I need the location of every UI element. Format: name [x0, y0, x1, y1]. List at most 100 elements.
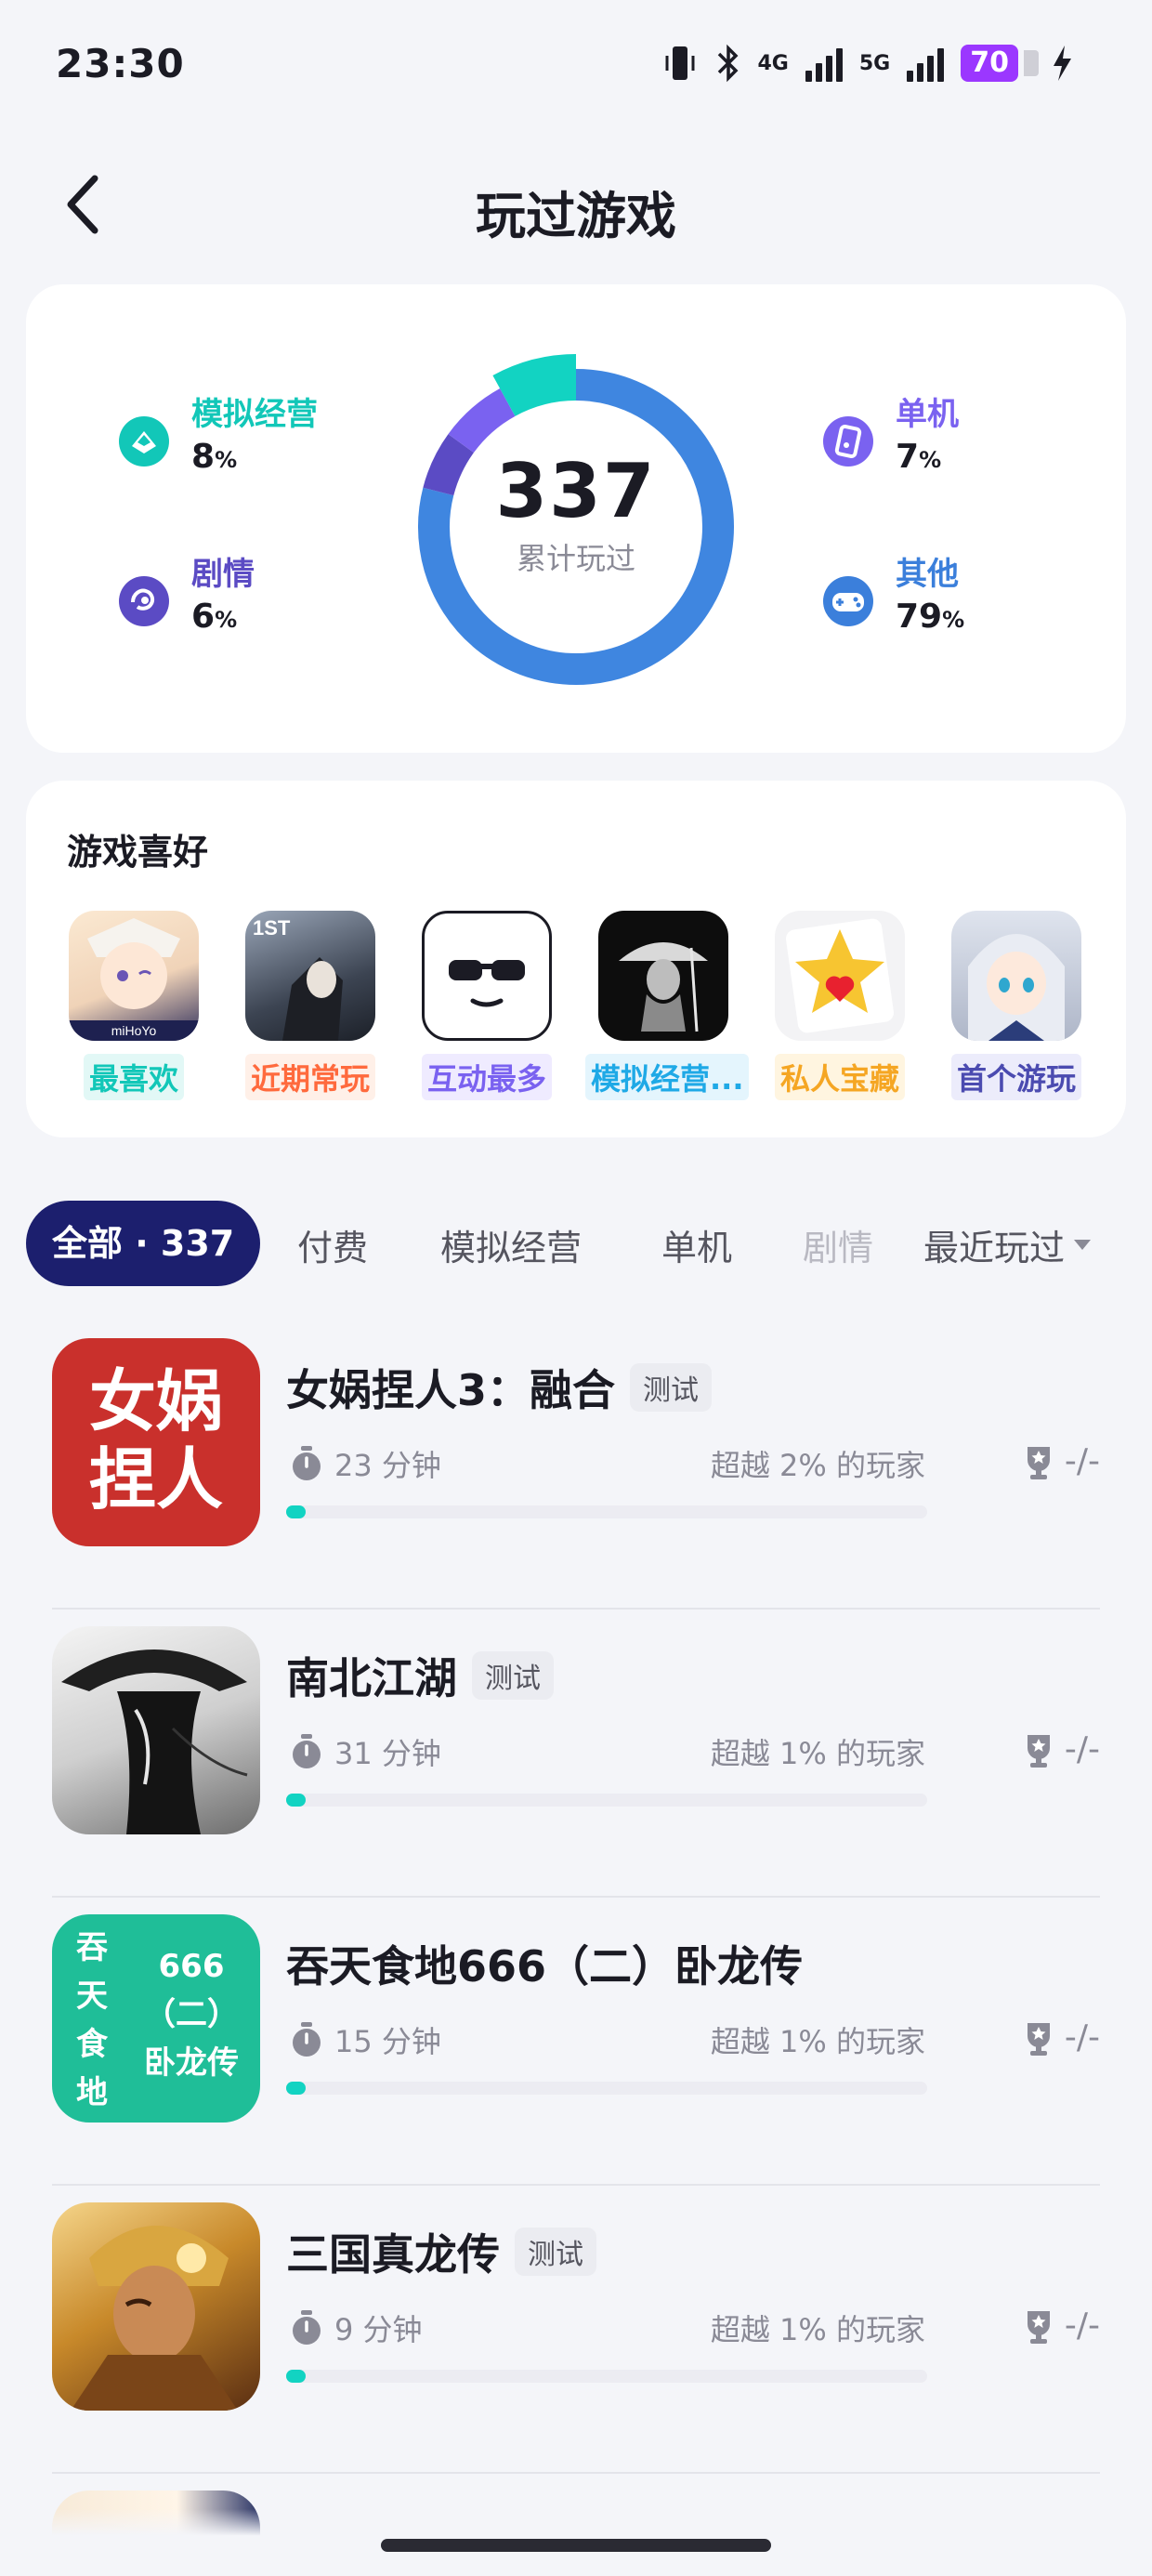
play-time: 9 分钟: [290, 2307, 423, 2349]
percentile-text: 超越 1% 的玩家: [710, 1736, 925, 1771]
stat-label: 其他: [896, 556, 959, 593]
vibrate-icon: [665, 46, 694, 80]
pref-tag: 私人宝藏: [774, 1054, 905, 1100]
percentile-text: 超越 1% 的玩家: [710, 2312, 925, 2347]
stat-value: 8%: [191, 438, 238, 476]
divider: [52, 2472, 1100, 2474]
anime-girl-game-icon: miHoYo: [69, 911, 199, 1041]
dark-hero-game-icon: 1ST: [245, 911, 375, 1041]
gamepad-icon: [823, 576, 873, 626]
stat-label: 模拟经营: [191, 396, 318, 433]
stopwatch-icon: [293, 2022, 321, 2057]
samurai-game-icon: [598, 911, 728, 1041]
sort-dropdown[interactable]: 最近玩过: [908, 1219, 1091, 1270]
game-row[interactable]: 吞 天 食 地 666 （二） 卧龙传 吞天食地666（二）卧龙传 15 分钟 …: [52, 1914, 1100, 2202]
tab-all[interactable]: 全部 · 337: [26, 1201, 261, 1286]
donut-slice-单机: [448, 388, 516, 453]
stopwatch-icon: [293, 2310, 321, 2345]
stat-label: 单机: [896, 396, 959, 433]
trophy-icon: [1027, 1734, 1050, 1768]
progress-fill: [286, 1505, 306, 1518]
progress-bar: [286, 2082, 927, 2095]
progress-bar: [286, 1794, 927, 1807]
percentile-text: 超越 1% 的玩家: [710, 2024, 925, 2059]
network-4g-label: 4G: [757, 51, 789, 75]
story-icon: [119, 576, 169, 626]
divider: [52, 2184, 1100, 2186]
charging-icon: [1054, 46, 1071, 81]
pref-tag: 互动最多: [421, 1054, 552, 1100]
anime-maid-game-icon: [951, 911, 1081, 1041]
divider: [52, 1608, 1100, 1610]
sort-label: 最近玩过: [923, 1228, 1065, 1268]
pref-most-interactive[interactable]: 互动最多: [409, 911, 565, 1104]
home-indicator[interactable]: [381, 2539, 771, 2552]
pref-simulation[interactable]: 模拟经营...: [585, 911, 750, 1104]
stat-value: 7%: [896, 438, 942, 476]
star-heart-icon: [775, 911, 905, 1041]
progress-bar: [286, 2370, 927, 2383]
trophy-icon: [1027, 2310, 1050, 2344]
progress-fill: [286, 2082, 306, 2095]
game-title: 吞天食地666（二）卧龙传: [286, 1941, 804, 1991]
progress-fill: [286, 2370, 306, 2383]
trophy-icon: [1027, 2022, 1050, 2056]
svg-text:1ST: 1ST: [253, 916, 291, 940]
game-icon: 吞 天 食 地 666 （二） 卧龙传: [52, 1914, 260, 2123]
total-played-label: 累计玩过: [516, 541, 635, 576]
signal-5g-icon: [907, 45, 945, 82]
play-time: 23 分钟: [290, 1442, 441, 1485]
percentile-text: 超越 2% 的玩家: [710, 1448, 925, 1483]
stopwatch-icon: [293, 1446, 321, 1480]
stat-value: 6%: [191, 598, 238, 636]
game-row[interactable]: 女娲 捏人 女娲捏人3：融合 测试 23 分钟 超越 2% 的玩家 -/-: [52, 1338, 1100, 1626]
stat-other[interactable]: 其他 79%: [821, 554, 964, 642]
game-icon: [52, 2202, 260, 2411]
pref-tag: 近期常玩: [244, 1054, 375, 1100]
stat-story[interactable]: 剧情 6%: [117, 554, 255, 642]
game-row[interactable]: 南北江湖 测试 31 分钟 超越 1% 的玩家 -/-: [52, 1626, 1100, 1914]
pref-private-treasure[interactable]: 私人宝藏: [762, 911, 918, 1104]
play-time: 31 分钟: [290, 1730, 441, 1773]
bluetooth-icon: [717, 44, 738, 83]
trophy-icon: [1027, 1446, 1050, 1479]
pref-tag: 最喜欢: [83, 1054, 184, 1100]
page-title: 玩过游戏: [476, 187, 676, 245]
stat-single-player[interactable]: 单机 7%: [821, 394, 959, 482]
stat-value: 79%: [896, 598, 965, 636]
preferences-title: 游戏喜好: [67, 832, 209, 873]
test-badge: 测试: [515, 2228, 596, 2276]
tab-paid[interactable]: 付费: [297, 1219, 368, 1270]
game-title: 三国真龙传 测试: [286, 2221, 596, 2282]
pref-first-played[interactable]: 首个游玩: [938, 911, 1094, 1104]
achievement-count: -/-: [1024, 1442, 1100, 1480]
achievement-count: -/-: [1024, 2018, 1100, 2057]
test-badge: 测试: [472, 1651, 554, 1700]
tab-simulation[interactable]: 模拟经营: [440, 1219, 582, 1270]
game-icon: 女娲 捏人: [52, 1338, 260, 1546]
status-icons: 4G 5G 70: [661, 43, 1075, 84]
sunglasses-face-icon: [422, 911, 552, 1041]
tab-single-player[interactable]: 单机: [661, 1219, 732, 1270]
achievement-count: -/-: [1024, 2307, 1100, 2345]
game-row[interactable]: 三国真龙传 测试 9 分钟 超越 1% 的玩家 -/-: [52, 2202, 1100, 2491]
tab-story[interactable]: 剧情: [803, 1219, 873, 1270]
play-time: 15 分钟: [290, 2018, 441, 2061]
progress-fill: [286, 1794, 306, 1807]
game-icon: [52, 1626, 260, 1834]
network-5g-label: 5G: [858, 51, 891, 75]
building-icon: [119, 416, 169, 467]
pref-favorite[interactable]: miHoYo 最喜欢: [56, 911, 212, 1104]
stat-label: 剧情: [191, 556, 255, 593]
pref-tag: 首个游玩: [950, 1054, 1081, 1100]
signal-4g-icon: [805, 45, 843, 82]
pref-tag: 模拟经营...: [585, 1054, 750, 1100]
svg-text:miHoYo: miHoYo: [111, 1023, 157, 1038]
stat-simulation[interactable]: 模拟经营 8%: [117, 394, 318, 482]
status-time: 23:30: [56, 41, 185, 86]
pref-recent[interactable]: 1ST 近期常玩: [232, 911, 388, 1104]
total-played-count: 337: [495, 448, 657, 534]
chevron-down-icon: [1074, 1240, 1091, 1250]
battery-level: 70: [961, 45, 1039, 82]
game-title: 女娲捏人3：融合 测试: [286, 1357, 713, 1418]
